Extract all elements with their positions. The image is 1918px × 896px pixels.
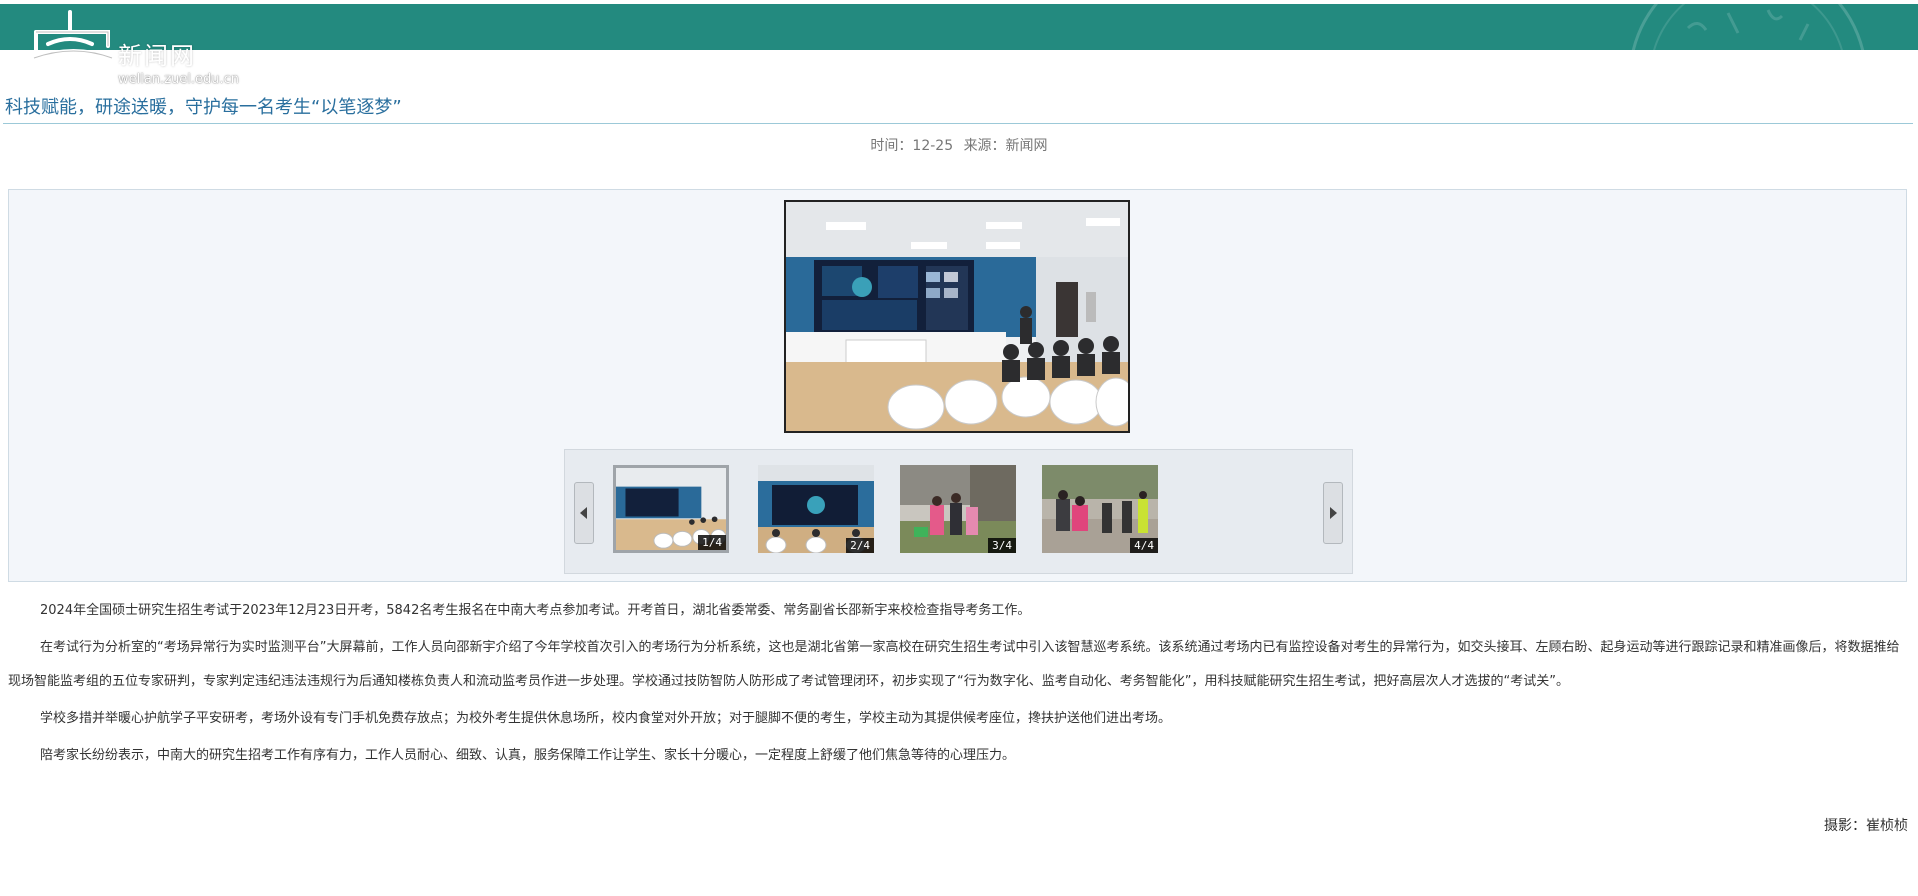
- triangle-left-icon: [580, 507, 587, 519]
- site-logo[interactable]: 新闻网 wellan.zuel.edu.cn: [20, 10, 260, 90]
- photo-gallery: 1/4 2/4 3/4 4/4: [8, 189, 1907, 582]
- thumbnail-counter: 1/4: [698, 535, 726, 550]
- article-title: 科技赋能，研途送暖，守护每一名考生“以笔逐梦”: [5, 97, 402, 118]
- header-bar: [0, 4, 1918, 50]
- article-paragraph: 在考试行为分析室的“考场异常行为实时监测平台”大屏幕前，工作人员向邵新宇介绍了今…: [8, 640, 1900, 689]
- thumbnail-4[interactable]: 4/4: [1042, 465, 1158, 553]
- article-body: 2024年全国硕士研究生招生考试于2023年12月23日开考，5842名考生报名…: [8, 594, 1910, 776]
- logo-text: 新闻网: [118, 42, 196, 70]
- photo-credit: 摄影：崔桢桢: [1824, 818, 1908, 834]
- thumbnail-strip: 1/4 2/4 3/4 4/4: [564, 449, 1353, 574]
- article-paragraph: 陪考家长纷纷表示，中南大的研究生招考工作有序有力，工作人员耐心、细致、认真，服务…: [40, 748, 1016, 763]
- thumbnail-counter: 3/4: [988, 538, 1016, 553]
- thumbnail-counter: 2/4: [846, 538, 874, 553]
- article-paragraph: 学校多措并举暖心护航学子平安研考，考场外设有专门手机免费存放点；为校外考生提供休…: [40, 711, 1172, 726]
- monitoring-room-photo-image: [786, 202, 1128, 431]
- university-seal-watermark: [1631, 4, 1865, 50]
- thumbnail-3[interactable]: 3/4: [900, 465, 1016, 553]
- meta-time: 时间：12-25: [870, 138, 954, 154]
- meta-source: 来源：新闻网: [963, 138, 1048, 154]
- gallery-prev-button[interactable]: [574, 482, 594, 544]
- article-paragraph: 2024年全国硕士研究生招生考试于2023年12月23日开考，5842名考生报名…: [40, 603, 1031, 618]
- gallery-next-button[interactable]: [1323, 482, 1343, 544]
- main-photo[interactable]: [784, 200, 1130, 433]
- logo-domain: wellan.zuel.edu.cn: [118, 72, 240, 87]
- thumbnail-1[interactable]: 1/4: [613, 465, 729, 553]
- article-meta: 时间：12-25 来源：新闻网: [0, 135, 1918, 155]
- triangle-right-icon: [1330, 507, 1337, 519]
- university-emblem-icon: [32, 10, 114, 85]
- thumbnail-counter: 4/4: [1130, 538, 1158, 553]
- title-divider: [3, 123, 1913, 124]
- thumbnail-2[interactable]: 2/4: [758, 465, 874, 553]
